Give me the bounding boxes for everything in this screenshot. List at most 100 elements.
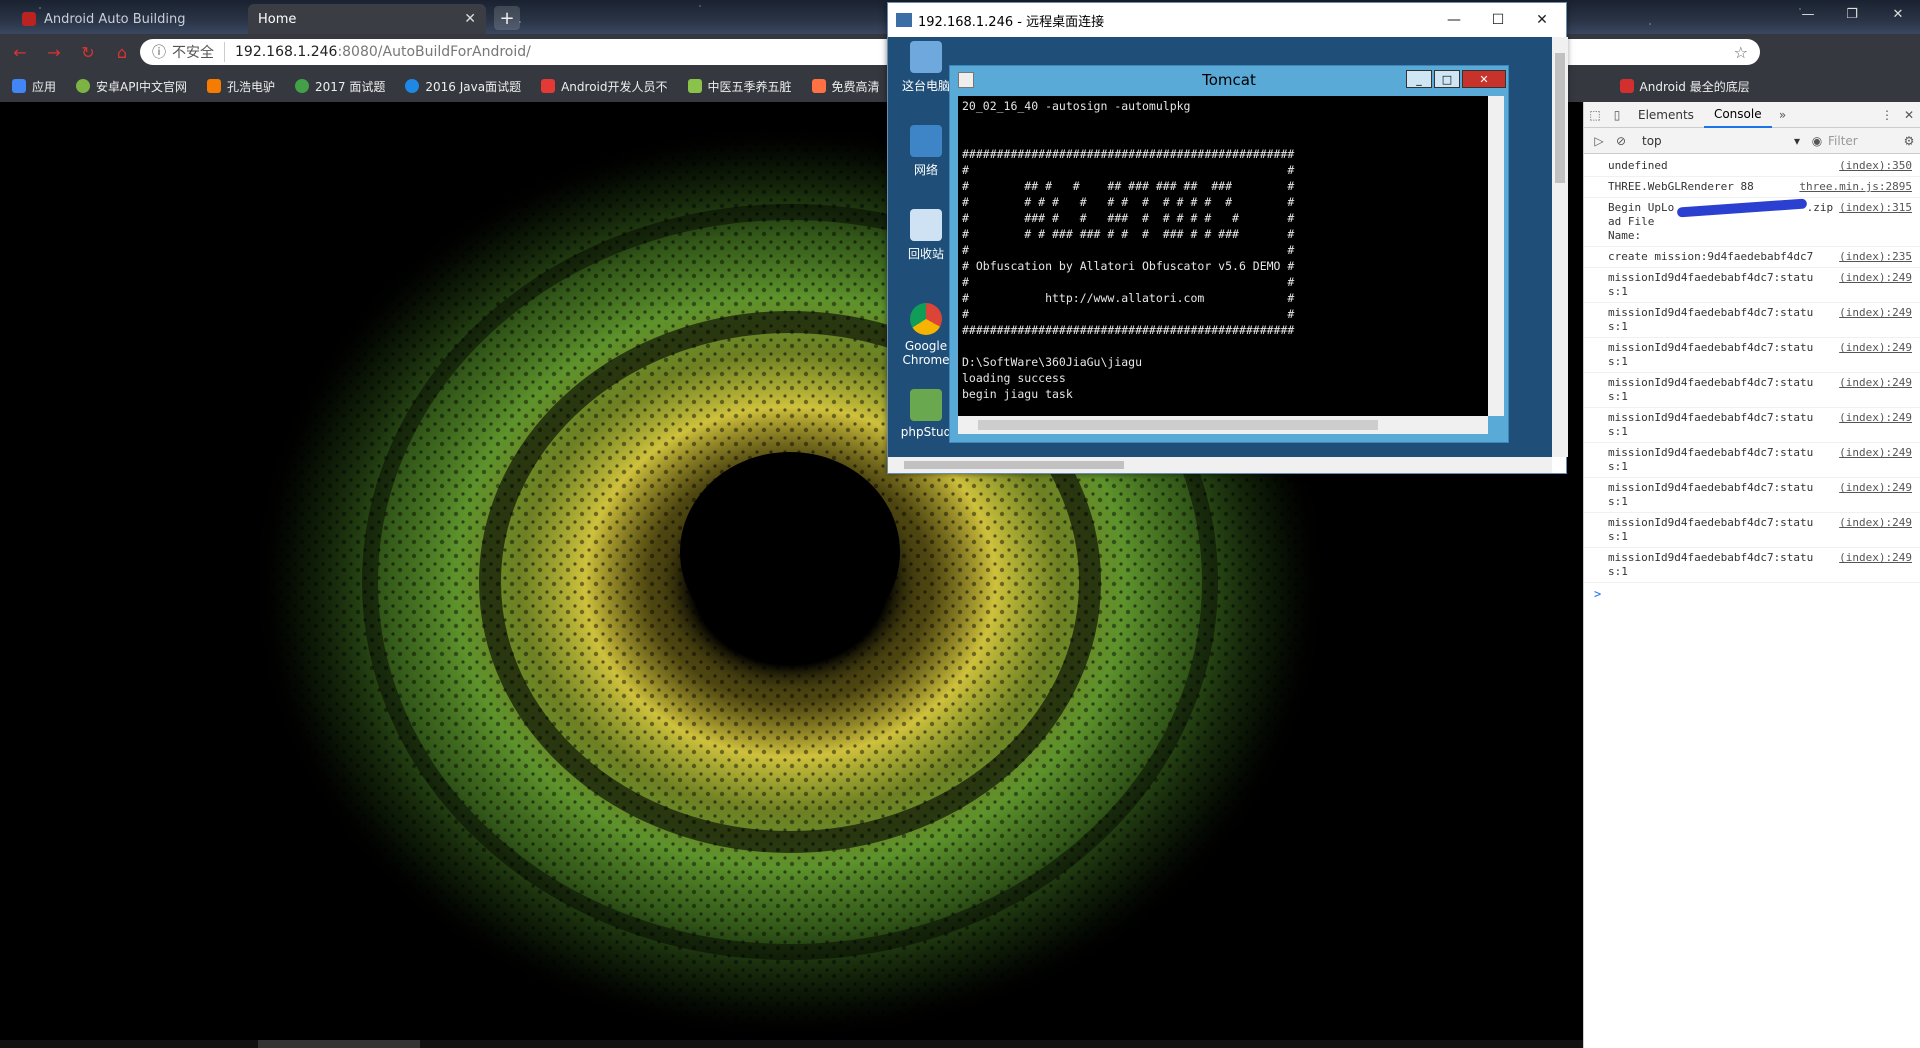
- clear-console-icon[interactable]: ⊘: [1610, 130, 1632, 152]
- bookmark-item[interactable]: Android 最全的底层: [1619, 78, 1750, 95]
- devtools-menu-icon[interactable]: ⋮: [1876, 104, 1898, 126]
- bookmark-apps[interactable]: 应用: [12, 78, 56, 95]
- rdp-close-button[interactable]: ✕: [1520, 5, 1564, 35]
- tomcat-minimize-button[interactable]: _: [1406, 70, 1432, 88]
- log-source-link[interactable]: (index):249: [1839, 516, 1912, 544]
- site-favicon-icon: [22, 12, 36, 26]
- tomcat-title: Tomcat: [1202, 71, 1256, 89]
- tomcat-close-button[interactable]: ✕: [1462, 70, 1506, 88]
- console-log-row: missionId9d4faedebabf4dc7:statu s:1 (inde…: [1584, 338, 1920, 373]
- close-window-button[interactable]: ✕: [1876, 0, 1920, 28]
- page-horizontal-scrollbar[interactable]: [0, 1040, 1583, 1048]
- filter-input[interactable]: Filter: [1828, 134, 1898, 148]
- remote-desktop: 这台电脑 网络 回收站 Google Chrome phpStud Tomcat…: [888, 37, 1552, 457]
- back-arrow-icon[interactable]: ←: [6, 38, 34, 66]
- device-toolbar-icon[interactable]: ▯: [1606, 104, 1628, 126]
- scrollbar-thumb[interactable]: [978, 420, 1378, 430]
- forward-arrow-icon[interactable]: →: [40, 38, 68, 66]
- remote-desktop-icon: [896, 13, 912, 27]
- restore-window-button[interactable]: ❐: [1830, 0, 1874, 28]
- donkey-icon: [207, 79, 222, 93]
- console-log-row: missionId9d4faedebabf4dc7:statu s:1 (inde…: [1584, 268, 1920, 303]
- settings-gear-icon[interactable]: ⚙: [1898, 130, 1920, 152]
- tab-console[interactable]: Console: [1703, 102, 1772, 128]
- scrollbar-thumb[interactable]: [258, 1040, 420, 1048]
- rdp-horizontal-scrollbar[interactable]: [888, 457, 1552, 473]
- reload-icon[interactable]: ↻: [74, 38, 102, 66]
- log-source-link[interactable]: (index):249: [1839, 271, 1912, 299]
- url-path: :8080/AutoBuildForAndroid/: [337, 44, 531, 60]
- bookmark-item[interactable]: Android开发人员不: [541, 78, 668, 95]
- site-icon: [405, 79, 420, 93]
- remote-desktop-window[interactable]: 192.168.1.246 - 远程桌面连接 — ☐ ✕ 这台电脑 网络 回收站…: [887, 2, 1568, 474]
- tab-home[interactable]: Home ✕: [248, 4, 486, 34]
- desktop-icon-network[interactable]: 网络: [896, 125, 956, 178]
- close-tab-icon[interactable]: ✕: [464, 11, 476, 27]
- console-log-row: missionId9d4faedebabf4dc7:statu s:1 (inde…: [1584, 548, 1920, 583]
- url-host: 192.168.1.246: [235, 44, 338, 60]
- console-log-row: missionId9d4faedebabf4dc7:statu s:1 (inde…: [1584, 408, 1920, 443]
- log-source-link[interactable]: (index):249: [1839, 446, 1912, 474]
- terminal-vertical-scrollbar[interactable]: [1488, 96, 1504, 416]
- more-tabs-icon[interactable]: »: [1772, 104, 1794, 126]
- android-icon: [76, 79, 91, 93]
- minimize-window-button[interactable]: —: [1786, 0, 1830, 28]
- info-icon[interactable]: ⓘ: [152, 42, 166, 62]
- devtools-tabbar: ⬚ ▯ Elements Console » ⋮ ✕: [1584, 102, 1920, 128]
- wechat-icon: [295, 79, 310, 93]
- log-source-link[interactable]: (index):249: [1839, 341, 1912, 369]
- log-source-link[interactable]: (index):249: [1839, 411, 1912, 439]
- bookmark-star-icon[interactable]: ☆: [1734, 43, 1748, 62]
- bookmark-item[interactable]: 2017 面试题: [295, 78, 385, 95]
- console-log-row: missionId9d4faedebabf4dc7:statu s:1 (inde…: [1584, 513, 1920, 548]
- bookmark-item[interactable]: 安卓API中文官网: [76, 78, 187, 95]
- console-toolbar: ▷ ⊘ top ▾ ◉ Filter ⚙: [1584, 128, 1920, 154]
- terminal-horizontal-scrollbar[interactable]: [958, 416, 1488, 434]
- bookmark-item[interactable]: 中医五季养五脏: [687, 78, 792, 95]
- scrollbar-thumb[interactable]: [1555, 53, 1565, 183]
- tomcat-console-window[interactable]: Tomcat _ □ ✕ 20_02_16_40 -autosign -auto…: [949, 65, 1509, 443]
- context-selector[interactable]: top ▾: [1636, 134, 1806, 148]
- sidebar-toggle-icon[interactable]: ▷: [1588, 130, 1610, 152]
- bookmark-item[interactable]: 2016 Java面试题: [405, 78, 521, 95]
- tab-android-auto-building[interactable]: Android Auto Building: [12, 4, 247, 34]
- log-source-link[interactable]: (index):315: [1839, 201, 1912, 243]
- log-source-link[interactable]: (index):249: [1839, 481, 1912, 509]
- bookmark-item[interactable]: 免费高清: [811, 78, 880, 95]
- desktop-icon-recycle-bin[interactable]: 回收站: [896, 209, 956, 262]
- site-icon: [811, 79, 826, 93]
- tab-label: Home: [258, 11, 297, 27]
- console-log-row: missionId9d4faedebabf4dc7:statu s:1 (inde…: [1584, 373, 1920, 408]
- console-prompt-input[interactable]: >: [1584, 583, 1920, 605]
- log-message: missionId9d4faedebabf4dc7:statu s:1: [1608, 271, 1814, 298]
- tomcat-maximize-button[interactable]: □: [1434, 70, 1460, 88]
- tab-elements[interactable]: Elements: [1628, 102, 1704, 128]
- home-icon[interactable]: ⌂: [108, 38, 136, 66]
- desktop-icon-this-pc[interactable]: 这台电脑: [896, 41, 956, 94]
- terminal-output[interactable]: 20_02_16_40 -autosign -automulpkg ######…: [958, 96, 1488, 416]
- desktop-icon-phpstudy[interactable]: phpStud: [896, 389, 956, 439]
- log-source-link[interactable]: (index):350: [1839, 159, 1912, 173]
- log-message: Begin UpLoad File Name:: [1608, 201, 1675, 242]
- bookmark-item[interactable]: 孔浩电驴: [207, 78, 275, 95]
- rdp-minimize-button[interactable]: —: [1432, 5, 1476, 35]
- rdp-title: 192.168.1.246 - 远程桌面连接: [918, 14, 1105, 30]
- log-source-link[interactable]: three.min.js:2895: [1799, 180, 1912, 194]
- close-devtools-icon[interactable]: ✕: [1898, 104, 1920, 126]
- rdp-vertical-scrollbar[interactable]: [1552, 37, 1568, 457]
- eye-icon[interactable]: ◉: [1806, 130, 1828, 152]
- rdp-maximize-button[interactable]: ☐: [1476, 5, 1520, 35]
- console-log-row: THREE.WebGLRenderer 88 three.min.js:2895: [1584, 177, 1920, 198]
- log-source-link[interactable]: (index):235: [1839, 250, 1912, 264]
- tab-label: Android Auto Building: [44, 11, 186, 27]
- inspect-element-icon[interactable]: ⬚: [1584, 104, 1606, 126]
- phpstudy-icon: [910, 389, 942, 421]
- devtools-panel: ⬚ ▯ Elements Console » ⋮ ✕ ▷ ⊘ top ▾ ◉ F…: [1583, 102, 1920, 1048]
- log-source-link[interactable]: (index):249: [1839, 376, 1912, 404]
- desktop-icon-chrome[interactable]: Google Chrome: [896, 303, 956, 367]
- new-tab-button[interactable]: +: [494, 6, 520, 30]
- log-source-link[interactable]: (index):249: [1839, 306, 1912, 334]
- log-source-link[interactable]: (index):249: [1839, 551, 1912, 579]
- console-log-row: missionId9d4faedebabf4dc7:statu s:1 (inde…: [1584, 478, 1920, 513]
- scrollbar-thumb[interactable]: [904, 461, 1124, 469]
